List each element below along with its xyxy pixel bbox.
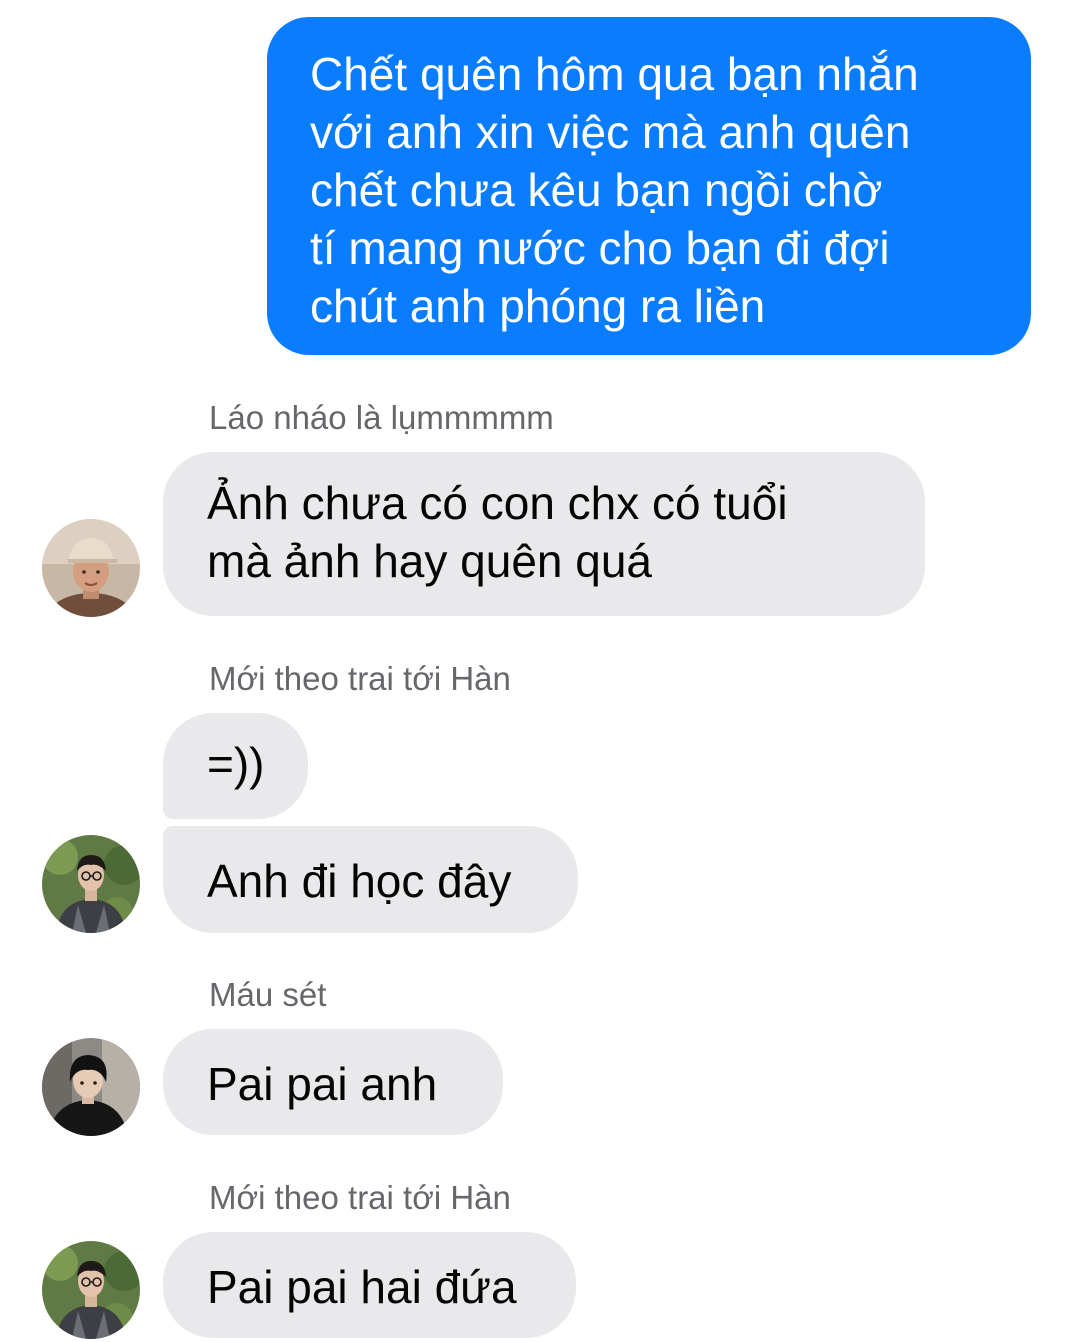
person-avatar-icon [42,1241,140,1339]
sender-name: Mới theo trai tới Hàn [209,1179,511,1216]
message-line: =)) [207,738,265,790]
incoming-message-bubble[interactable]: Anh đi học đây [163,826,578,933]
incoming-message-bubble[interactable]: Pai pai anh [163,1029,503,1135]
message-line: Ảnh chưa có con chx có tuổi [207,477,788,529]
message-line: chết chưa kêu bạn ngồi chờ [310,164,883,216]
incoming-message-bubble[interactable]: =)) [163,713,308,819]
incoming-message-bubble[interactable]: Pai pai hai đứa [163,1232,576,1338]
sender-name: Mới theo trai tới Hàn [209,660,511,697]
message-line: mà ảnh hay quên quá [207,535,653,587]
message-line: với anh xin việc mà anh quên [310,106,911,158]
message-line: chút anh phóng ra liền [310,280,766,332]
message-line: Anh đi học đây [207,855,512,907]
message-line: tí mang nước cho bạn đi đợi [310,222,890,274]
user-photo-dark-hair-avatar[interactable] [42,1038,140,1136]
message-line: Pai pai hai đứa [207,1261,517,1313]
outgoing-message-bubble[interactable]: Chết quên hôm qua bạn nhắn với anh xin v… [267,17,1031,355]
person-avatar-icon [42,519,140,617]
message-line: Pai pai anh [207,1058,438,1110]
user-photo-glasses-avatar[interactable] [42,1241,140,1339]
sender-name: Máu sét [209,976,327,1013]
person-avatar-icon [42,835,140,933]
person-avatar-icon [42,1038,140,1136]
message-line: Chết quên hôm qua bạn nhắn [310,48,919,100]
sender-name: Láo nháo là lụmmmmm [209,399,554,436]
incoming-message-bubble[interactable]: Ảnh chưa có con chx có tuổi mà ảnh hay q… [163,452,925,616]
user-photo-glasses-avatar[interactable] [42,835,140,933]
user-photo-cap-avatar[interactable] [42,519,140,617]
